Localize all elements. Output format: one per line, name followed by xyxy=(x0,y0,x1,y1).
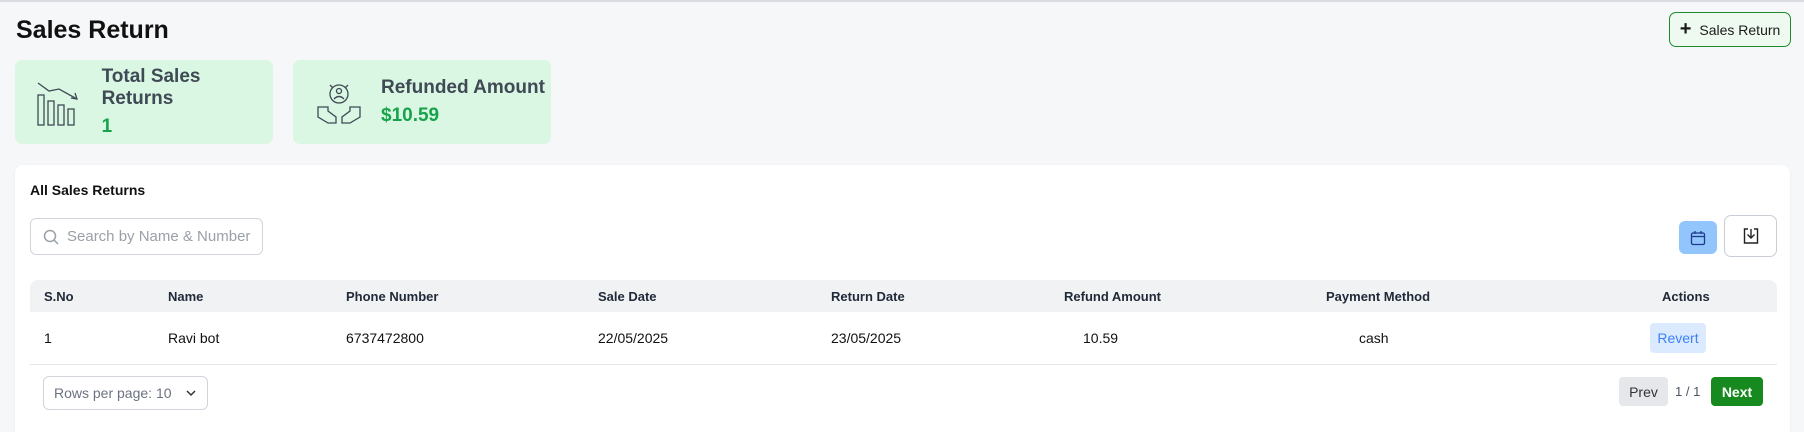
cell-return-date: 23/05/2025 xyxy=(831,330,902,346)
cell-name: Ravi bot xyxy=(168,330,220,346)
top-border xyxy=(0,0,1804,2)
rows-per-page-select[interactable]: Rows per page: 10 xyxy=(43,376,208,410)
cell-sno: 1 xyxy=(44,330,52,346)
column-header: Refund Amount xyxy=(1064,289,1161,304)
cell-phone: 6737472800 xyxy=(346,330,424,346)
cell-sale-date: 22/05/2025 xyxy=(598,330,669,346)
plus-icon: + xyxy=(1679,17,1692,40)
table-row: 1 Ravi bot 6737472800 22/05/2025 23/05/2… xyxy=(30,312,1777,365)
column-header: Name xyxy=(168,289,204,304)
stat-value: 1 xyxy=(101,116,113,137)
stat-label: Refunded Amount xyxy=(381,77,545,98)
returns-table: S.No Name Phone Number Sale Date Return … xyxy=(30,280,1777,365)
search-icon xyxy=(43,229,59,245)
prev-page-button[interactable]: Prev xyxy=(1619,377,1668,406)
download-icon xyxy=(1743,228,1758,244)
search-box[interactable] xyxy=(30,218,263,255)
rows-per-page-label: Rows per page: 10 xyxy=(54,385,172,401)
bar-chart-down-icon xyxy=(33,74,88,130)
add-sales-return-button[interactable]: + Sales Return xyxy=(1669,12,1791,47)
stat-card-total-returns: Total Sales Returns 1 xyxy=(15,60,273,144)
stat-card-refunded-amount: Refunded Amount $10.59 xyxy=(293,60,551,144)
stat-value: $10.59 xyxy=(381,105,440,126)
column-header: Actions xyxy=(1662,289,1710,304)
next-page-button[interactable]: Next xyxy=(1711,377,1763,406)
column-header: Return Date xyxy=(831,289,905,304)
search-input[interactable] xyxy=(67,228,257,245)
page-indicator: 1 / 1 xyxy=(1675,384,1701,399)
add-sales-return-label: Sales Return xyxy=(1699,21,1781,38)
chevron-down-icon xyxy=(186,390,196,397)
table-header: S.No Name Phone Number Sale Date Return … xyxy=(30,280,1777,312)
column-header: Sale Date xyxy=(598,289,657,304)
cell-refund-amount: 10.59 xyxy=(1083,330,1119,346)
sales-returns-panel: All Sales Returns S.No Name Phone Number… xyxy=(15,165,1790,432)
download-button[interactable] xyxy=(1724,215,1777,257)
cell-payment-method: cash xyxy=(1359,330,1389,346)
hands-refund-icon xyxy=(311,74,367,130)
column-header: Phone Number xyxy=(346,289,439,304)
calendar-icon xyxy=(1690,230,1706,245)
panel-title: All Sales Returns xyxy=(30,182,146,198)
calendar-button[interactable] xyxy=(1679,221,1717,254)
stat-label: Total Sales Returns xyxy=(101,66,201,109)
column-header: S.No xyxy=(44,289,74,304)
column-header: Payment Method xyxy=(1326,289,1431,304)
revert-button[interactable]: Revert xyxy=(1650,323,1706,353)
page-title: Sales Return xyxy=(16,16,169,44)
